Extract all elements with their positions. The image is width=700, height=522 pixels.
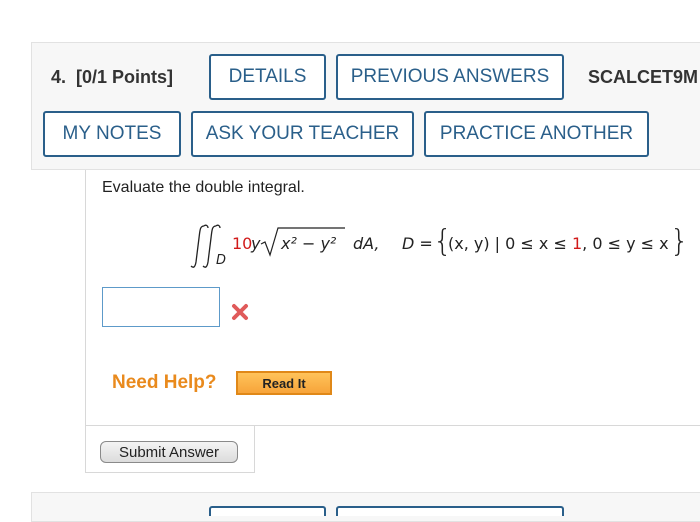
points-label: [0/1 Points]: [76, 67, 174, 87]
set-close-brace: }: [670, 224, 690, 259]
submit-answer-button[interactable]: Submit Answer: [100, 441, 238, 463]
differential: dA,: [353, 234, 380, 253]
radicand: x² − y²: [281, 234, 337, 253]
double-integral-sign-icon: [190, 224, 221, 268]
domain-lhs: D =: [402, 234, 433, 253]
my-notes-button[interactable]: MY NOTES: [43, 111, 181, 157]
question-number: 4. [0/1 Points]: [51, 67, 173, 88]
double-integral-expression: D 10 y x² − y² dA, D = { (x, y) | 0 ≤ x …: [190, 222, 700, 272]
region-subscript: D: [216, 253, 227, 268]
previous-answers-button[interactable]: PREVIOUS ANSWERS: [336, 54, 564, 100]
answer-input[interactable]: [102, 287, 220, 327]
set-condition-part-2: , 0 ≤ y ≤ x: [582, 234, 669, 253]
ask-your-teacher-button[interactable]: ASK YOUR TEACHER: [191, 111, 414, 157]
set-condition: (x, y) | 0 ≤ x ≤ 1, 0 ≤ y ≤ x: [448, 234, 669, 253]
details-button[interactable]: DETAILS: [209, 54, 326, 100]
x-upper-bound: 1: [571, 234, 583, 253]
next-details-button[interactable]: [209, 506, 326, 516]
question-prompt: Evaluate the double integral.: [102, 179, 305, 196]
x-mark-icon: [232, 304, 248, 320]
question-number-label: 4.: [51, 67, 67, 87]
practice-another-button[interactable]: PRACTICE ANOTHER: [424, 111, 649, 157]
coefficient: 10: [232, 234, 253, 253]
source-code-label: SCALCET9M: [588, 67, 699, 87]
set-condition-part-1: (x, y) | 0 ≤ x ≤: [448, 234, 572, 253]
next-previous-answers-button[interactable]: [336, 506, 564, 516]
read-it-button[interactable]: Read It: [236, 371, 332, 395]
need-help-label: Need Help?: [112, 372, 217, 393]
